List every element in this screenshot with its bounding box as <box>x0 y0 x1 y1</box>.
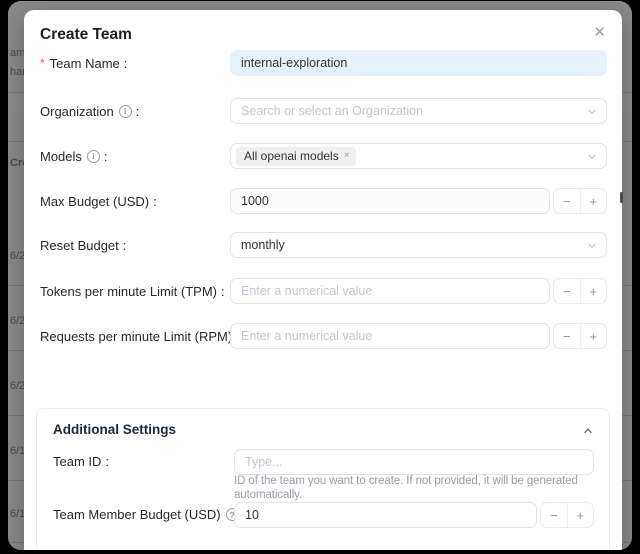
model-tag: All openai models × <box>236 147 356 166</box>
form-row-team-id: Team ID : <box>37 449 609 474</box>
scrollbar-thumb[interactable] <box>620 192 623 203</box>
max-budget-input[interactable] <box>230 188 550 214</box>
form-row-max-budget: Max Budget (USD) : − + <box>24 188 622 214</box>
required-asterisk: * <box>40 56 45 70</box>
decrement-button[interactable]: − <box>541 503 567 527</box>
team-name-input[interactable] <box>230 50 607 76</box>
form-row-team-member-budget: Team Member Budget (USD) ? : − + <box>37 502 609 527</box>
screenshot-root: am har Cre 6/2 6/2 6/2 6/1 6/1 Create Te… <box>0 0 640 554</box>
additional-settings-heading: Additional Settings <box>53 422 176 437</box>
tag-remove-icon[interactable]: × <box>344 151 350 161</box>
chevron-down-icon <box>587 107 597 117</box>
form-row-team-name: * Team Name : <box>24 50 622 76</box>
team-id-help-text: ID of the team you want to create. If no… <box>234 475 594 502</box>
organization-label: Organization i : <box>40 98 139 124</box>
tpm-label: Tokens per minute Limit (TPM) : <box>40 278 225 304</box>
rpm-label: Requests per minute Limit (RPM) : <box>40 323 240 349</box>
form-row-organization: Organization i : <box>24 98 622 124</box>
increment-button[interactable]: + <box>580 324 607 348</box>
organization-search-input[interactable] <box>241 104 582 118</box>
additional-settings-panel: Additional Settings Team ID : <box>36 408 610 550</box>
increment-button[interactable]: + <box>567 503 594 527</box>
organization-select[interactable] <box>230 98 607 124</box>
close-button[interactable]: ✕ <box>591 23 608 42</box>
reset-budget-value: monthly <box>241 238 285 252</box>
chevron-up-icon <box>583 426 593 436</box>
increment-button[interactable]: + <box>580 189 607 213</box>
decrement-button[interactable]: − <box>554 189 580 213</box>
chevron-down-icon <box>587 152 597 162</box>
close-icon: ✕ <box>593 24 606 41</box>
form-row-rpm: Requests per minute Limit (RPM) : − + <box>24 323 622 349</box>
reset-budget-label: Reset Budget : <box>40 232 126 258</box>
team-id-input[interactable] <box>234 449 594 475</box>
max-budget-label: Max Budget (USD) : <box>40 188 157 214</box>
models-label: Models i : <box>40 143 108 169</box>
app-window: am har Cre 6/2 6/2 6/2 6/1 6/1 Create Te… <box>8 1 632 550</box>
modal-title: Create Team <box>40 26 132 44</box>
chevron-down-icon <box>587 241 597 251</box>
info-icon[interactable]: i <box>119 105 132 118</box>
tpm-input[interactable] <box>230 278 550 304</box>
info-icon[interactable]: i <box>87 150 100 163</box>
increment-button[interactable]: + <box>580 279 607 303</box>
rpm-input[interactable] <box>230 323 550 349</box>
form-row-models: Models i : All openai models × <box>24 143 622 169</box>
team-name-label: * Team Name : <box>40 50 127 76</box>
collapse-button[interactable] <box>581 422 595 441</box>
reset-budget-select[interactable]: monthly <box>230 232 607 258</box>
team-member-budget-label: Team Member Budget (USD) ? : <box>53 502 246 527</box>
create-team-modal: Create Team ✕ * Team Name : Organization <box>24 10 622 550</box>
team-id-label: Team ID : <box>53 449 109 474</box>
models-multiselect[interactable]: All openai models × <box>230 143 607 169</box>
decrement-button[interactable]: − <box>554 324 580 348</box>
form-row-reset-budget: Reset Budget : monthly <box>24 232 622 258</box>
form-row-tpm: Tokens per minute Limit (TPM) : − + <box>24 278 622 304</box>
decrement-button[interactable]: − <box>554 279 580 303</box>
team-member-budget-input[interactable] <box>234 502 537 528</box>
